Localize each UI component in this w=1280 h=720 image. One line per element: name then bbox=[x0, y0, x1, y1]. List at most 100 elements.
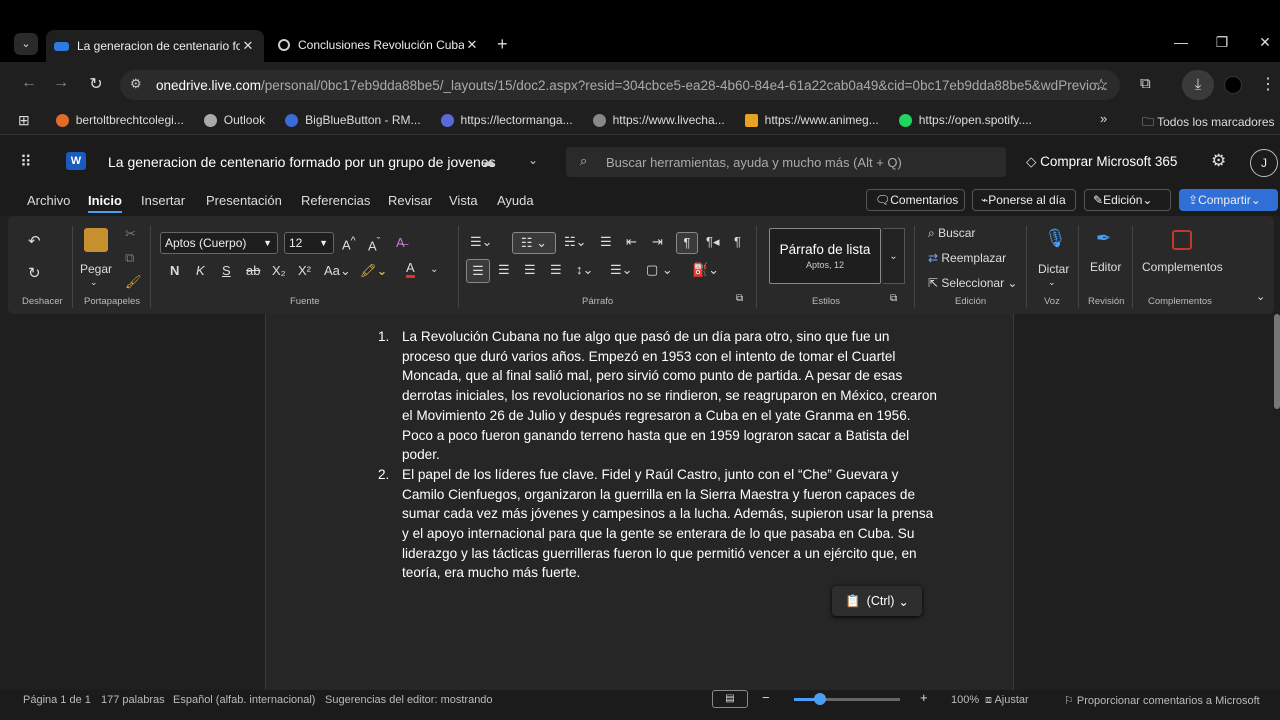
reload-icon[interactable]: ↻ bbox=[85, 74, 107, 94]
close-tab-icon[interactable]: ✕ bbox=[464, 37, 480, 53]
all-bookmarks[interactable]: 🗀 Todos los marcadores bbox=[1142, 113, 1275, 134]
italic-icon[interactable]: K bbox=[196, 263, 205, 278]
grow-font-icon[interactable]: A^ bbox=[342, 235, 356, 252]
more-bookmarks-icon[interactable]: » bbox=[1100, 111, 1107, 126]
select-button[interactable]: ⇱ Seleccionar ⌄ bbox=[928, 276, 1017, 290]
line-spacing-icon[interactable]: ↕⌄ bbox=[576, 262, 593, 278]
forward-icon[interactable]: → bbox=[50, 74, 72, 92]
rtl-icon[interactable]: ¶◂ bbox=[706, 234, 720, 250]
font-color-icon[interactable]: A bbox=[406, 261, 415, 278]
undo-icon[interactable]: ↶ bbox=[28, 232, 41, 250]
bookmark-item[interactable]: https://open.spotify.... bbox=[898, 113, 1032, 127]
paragraph-spacing-icon[interactable]: ☰⌄ bbox=[610, 262, 633, 278]
align-right-icon[interactable]: ☰ bbox=[524, 262, 536, 278]
replace-button[interactable]: ⇄ Reemplazar bbox=[928, 251, 1006, 265]
list-item-text[interactable]: La Revolución Cubana no fue algo que pas… bbox=[402, 327, 938, 465]
font-color-chevron-icon[interactable]: ⌄ bbox=[430, 264, 438, 275]
show-marks-icon[interactable]: ¶ bbox=[734, 234, 741, 249]
shading-icon[interactable]: ⛽⌄ bbox=[692, 262, 719, 278]
browser-tab-active[interactable]: La generacion de centenario fo ✕ bbox=[46, 30, 264, 62]
extensions-icon[interactable]: ⧉ bbox=[1140, 75, 1151, 92]
decrease-indent-icon[interactable]: ⇤ bbox=[626, 234, 637, 250]
multilevel-list-icon[interactable]: ☵⌄ bbox=[564, 234, 587, 250]
tab-presentacion[interactable]: Presentación bbox=[206, 193, 282, 208]
maximize-icon[interactable]: ❐ bbox=[1207, 34, 1237, 51]
strikethrough-icon[interactable]: ab bbox=[246, 263, 260, 278]
bookmark-item[interactable]: BigBlueButton - RM... bbox=[285, 113, 421, 127]
back-icon[interactable]: ← bbox=[18, 74, 40, 92]
style-gallery-item[interactable]: Párrafo de lista Aptos, 12 bbox=[769, 228, 881, 284]
align-center-icon[interactable]: ☰ bbox=[498, 262, 510, 278]
address-bar[interactable]: ⚙ onedrive.live.com/personal/0bc17eb9dda… bbox=[120, 70, 1120, 100]
ltr-icon[interactable]: ¶ bbox=[676, 232, 698, 254]
profile-icon[interactable] bbox=[1224, 76, 1242, 94]
status-words[interactable]: 177 palabras bbox=[101, 694, 165, 706]
comments-button[interactable]: 🗨 Comentarios bbox=[866, 189, 965, 211]
zoom-slider[interactable] bbox=[794, 693, 900, 705]
close-window-icon[interactable]: ✕ bbox=[1250, 34, 1280, 51]
change-case-icon[interactable]: Aa⌄ bbox=[324, 263, 351, 279]
list-item[interactable]: 1. La Revolución Cubana no fue algo que … bbox=[378, 327, 938, 465]
justify-icon[interactable]: ☰ bbox=[550, 262, 562, 278]
vertical-scrollbar[interactable] bbox=[1274, 314, 1280, 409]
bookmark-item[interactable]: https://www.livecha... bbox=[592, 113, 725, 127]
editor-button-label[interactable]: Editor bbox=[1090, 260, 1121, 274]
zoom-slider-thumb[interactable] bbox=[814, 693, 826, 705]
increase-indent-icon[interactable]: ⇥ bbox=[652, 234, 663, 250]
list-item-text[interactable]: El papel de los líderes fue clave. Fidel… bbox=[402, 465, 938, 583]
list-style-icon[interactable]: ☰ bbox=[600, 234, 612, 250]
feedback-link[interactable]: ⚐ Proporcionar comentarios a Microsoft bbox=[1064, 694, 1260, 707]
list-item[interactable]: 2. El papel de los líderes fue clave. Fi… bbox=[378, 465, 938, 583]
numbering-icon[interactable]: ☷ ⌄ bbox=[512, 232, 556, 254]
bullets-icon[interactable]: ☰⌄ bbox=[470, 234, 493, 250]
bookmark-item[interactable]: bertoltbrechtcolegi... bbox=[55, 113, 184, 127]
paste-icon[interactable] bbox=[84, 228, 108, 252]
focus-mode-icon[interactable]: ▤ bbox=[712, 690, 748, 708]
borders-icon[interactable]: ▢ ⌄ bbox=[646, 262, 673, 278]
buy-microsoft-365[interactable]: ◇ Comprar Microsoft 365 bbox=[1026, 154, 1177, 170]
microphone-icon[interactable]: 🎙 bbox=[1044, 228, 1067, 249]
format-painter-icon[interactable]: 🖌 bbox=[125, 274, 142, 290]
zoom-out-icon[interactable]: − bbox=[762, 690, 770, 705]
fit-button[interactable]: ⧈ Ajustar bbox=[985, 694, 1029, 707]
styles-dialog-launcher-icon[interactable]: ⧉ bbox=[890, 293, 897, 304]
tab-search-button[interactable]: ⌄ bbox=[14, 33, 38, 55]
minimize-icon[interactable]: — bbox=[1166, 34, 1196, 50]
align-left-icon[interactable]: ☰ bbox=[466, 259, 490, 283]
superscript-icon[interactable]: X² bbox=[298, 263, 311, 278]
editor-pen-icon[interactable]: ✒ bbox=[1096, 228, 1111, 249]
status-editor[interactable]: Sugerencias del editor: mostrando bbox=[325, 694, 493, 706]
paste-button-label[interactable]: Pegar bbox=[80, 262, 112, 276]
status-language[interactable]: Español (alfab. internacional) bbox=[173, 694, 315, 706]
search-input[interactable]: ⌕ Buscar herramientas, ayuda y mucho más… bbox=[566, 147, 1006, 177]
apps-grid-icon[interactable]: ⊞ bbox=[18, 112, 30, 129]
cut-icon[interactable]: ✂ bbox=[125, 226, 136, 242]
bookmark-item[interactable]: https://lectormanga... bbox=[440, 113, 573, 127]
paste-options-button[interactable]: 📋 (Ctrl) ⌄ bbox=[832, 586, 922, 616]
redo-icon[interactable]: ↻ bbox=[28, 264, 41, 282]
bookmark-star-icon[interactable]: ☆ bbox=[1094, 75, 1108, 95]
download-icon[interactable]: ⤓ bbox=[1182, 70, 1214, 100]
tab-vista[interactable]: Vista bbox=[449, 193, 478, 208]
styles-expand-button[interactable]: ⌄ bbox=[883, 228, 905, 284]
avatar[interactable]: J bbox=[1250, 149, 1278, 177]
paste-chevron-icon[interactable]: ⌄ bbox=[90, 277, 98, 288]
share-button[interactable]: ⇪ Compartir ⌄ bbox=[1179, 189, 1278, 211]
zoom-in-icon[interactable]: + bbox=[920, 690, 928, 705]
app-launcher-icon[interactable]: ⠿ bbox=[20, 152, 32, 172]
zoom-level[interactable]: 100% bbox=[951, 694, 979, 706]
dictate-button-label[interactable]: Dictar bbox=[1038, 262, 1069, 276]
tab-referencias[interactable]: Referencias bbox=[301, 193, 370, 208]
subscript-icon[interactable]: X₂ bbox=[272, 263, 286, 278]
close-tab-icon[interactable]: ✕ bbox=[240, 38, 256, 54]
shrink-font-icon[interactable]: Aˇ bbox=[368, 236, 380, 253]
tab-revisar[interactable]: Revisar bbox=[388, 193, 432, 208]
bookmark-item[interactable]: Outlook bbox=[203, 113, 265, 127]
copy-icon[interactable]: ⧉ bbox=[125, 250, 134, 266]
bookmark-item[interactable]: https://www.animeg... bbox=[744, 113, 879, 127]
addins-icon[interactable] bbox=[1172, 230, 1192, 250]
bold-icon[interactable]: N bbox=[170, 263, 179, 278]
tab-inicio[interactable]: Inicio bbox=[88, 193, 122, 213]
browser-menu-icon[interactable]: ⋮ bbox=[1260, 74, 1276, 94]
underline-icon[interactable]: S bbox=[222, 263, 231, 278]
